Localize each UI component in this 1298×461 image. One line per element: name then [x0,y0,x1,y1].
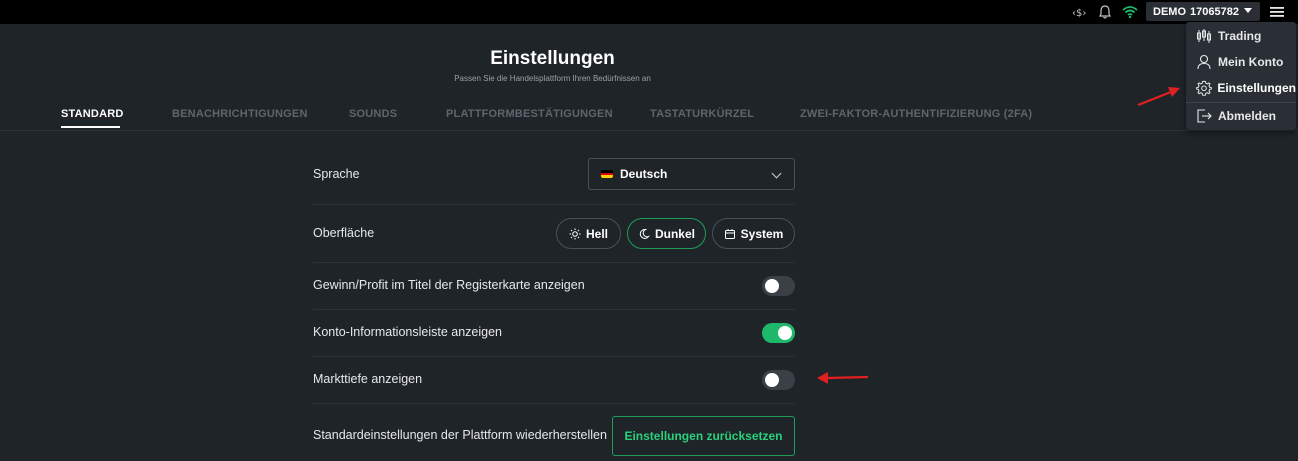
gear-icon [1195,79,1212,97]
german-flag-icon [601,170,613,178]
account-info-bar-toggle[interactable] [762,323,795,343]
language-value: Deutsch [620,167,668,181]
tab-plattformbestaetigungen[interactable]: PLATTFORMBESTÄTIGUNGEN [446,108,613,120]
tab-standard[interactable]: STANDARD [61,108,124,120]
tab-benachrichtigungen[interactable]: BENACHRICHTIGUNGEN [172,108,308,120]
moon-icon [638,228,650,240]
menu-label-trading: Trading [1218,29,1262,43]
theme-label: Oberfläche [313,226,375,240]
profit-in-tab-label: Gewinn/Profit im Titel der Registerkarte… [313,278,585,292]
top-bar: ‹$› DEMO 17065782 [0,0,1298,24]
theme-system-label: System [740,226,784,241]
tab-tastaturkuerzel[interactable]: TASTATURKÜRZEL [650,108,754,120]
bell-icon[interactable] [1097,3,1113,21]
account-mode: DEMO [1153,5,1186,18]
setting-row-market-depth: Markttiefe anzeigen [313,356,795,404]
tab-2fa[interactable]: ZWEI-FAKTOR-AUTHENTIFIZIERUNG (2FA) [800,108,1032,120]
theme-light-button[interactable]: Hell [556,218,621,249]
svg-text:‹$›: ‹$› [1072,8,1086,19]
account-info-bar-label: Konto-Informationsleiste anzeigen [313,325,503,339]
setting-row-profit-in-tab: Gewinn/Profit im Titel der Registerkarte… [313,262,795,310]
setting-row-account-info-bar: Konto-Informationsleiste anzeigen [313,309,795,357]
language-select[interactable]: Deutsch [588,158,795,190]
settings-tabs: STANDARD BENACHRICHTIGUNGEN SOUNDS PLATT… [0,100,1298,131]
tab-sounds[interactable]: SOUNDS [349,108,397,120]
menu-label-mein-konto: Mein Konto [1218,55,1284,69]
annotation-arrow-market-depth [817,372,869,384]
menu-item-einstellungen[interactable]: Einstellungen [1186,75,1296,101]
theme-system-button[interactable]: System [712,218,795,249]
currency-exchange-icon[interactable]: ‹$› [1072,3,1090,21]
page-subtitle: Passen Sie die Handelsplattform Ihren Be… [454,74,651,83]
candlestick-icon [1195,27,1213,45]
language-label: Sprache [313,167,360,181]
sun-icon [569,228,581,240]
menu-item-abmelden[interactable]: Abmelden [1186,103,1296,129]
market-depth-toggle[interactable] [762,370,795,390]
account-selector[interactable]: DEMO 17065782 [1146,2,1260,21]
user-menu: Trading Mein Konto Einstellungen Abmelde… [1186,22,1296,130]
logout-icon [1195,107,1213,125]
menu-item-mein-konto[interactable]: Mein Konto [1186,49,1296,75]
reset-label: Standardeinstellungen der Plattform wied… [313,428,607,442]
caret-down-icon [1244,8,1252,13]
hamburger-menu-icon[interactable] [1269,3,1285,21]
annotation-arrow-menu [1137,87,1180,107]
menu-label-abmelden: Abmelden [1218,109,1277,123]
reset-settings-button[interactable]: Einstellungen zurücksetzen [612,416,795,456]
chevron-down-icon [771,168,782,179]
menu-item-trading[interactable]: Trading [1186,23,1296,49]
active-tab-indicator [61,126,120,128]
wifi-icon [1121,3,1139,21]
theme-dark-label: Dunkel [654,226,695,241]
account-number: 17065782 [1190,5,1239,18]
theme-light-label: Hell [585,226,608,241]
profit-in-tab-toggle[interactable] [762,276,795,296]
theme-dark-button[interactable]: Dunkel [627,218,706,249]
menu-label-einstellungen: Einstellungen [1217,81,1296,95]
calendar-icon [724,228,736,240]
market-depth-label: Markttiefe anzeigen [313,372,423,386]
page-title: Einstellungen [490,48,615,69]
user-icon [1195,53,1213,71]
